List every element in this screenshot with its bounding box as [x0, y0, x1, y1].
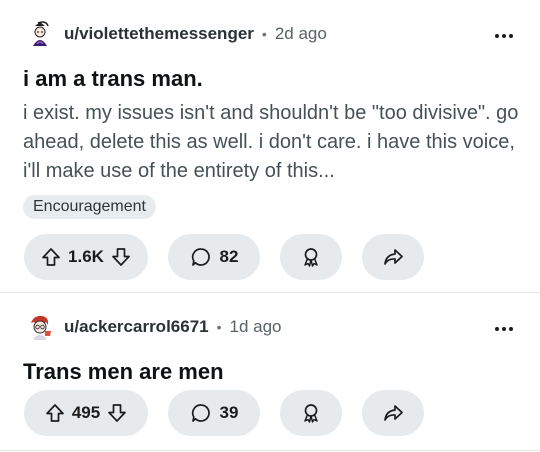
- post-card[interactable]: u/ackercarrol6671 • 1d ago Trans men are…: [0, 292, 540, 452]
- post-age: 1d ago: [229, 317, 282, 336]
- vote-control: 1.6K: [24, 234, 148, 280]
- post-meta: u/ackercarrol6671 • 1d ago: [26, 313, 282, 341]
- more-horizontal-icon: [495, 34, 499, 38]
- share-arrow-icon: [384, 405, 403, 421]
- username[interactable]: u/ackercarrol6671: [64, 317, 209, 337]
- username[interactable]: u/violettethemessenger: [64, 24, 254, 44]
- arrow-down-icon: [112, 248, 130, 266]
- post-actions: 1.6K 82: [24, 234, 424, 280]
- more-options-button[interactable]: [492, 317, 516, 341]
- post-flair[interactable]: Encouragement: [23, 195, 156, 219]
- post-title[interactable]: i am a trans man.: [23, 66, 203, 92]
- post-meta: u/violettethemessenger • 2d ago: [26, 20, 327, 48]
- post-actions: 495 39: [24, 390, 424, 436]
- downvote-button[interactable]: [106, 402, 128, 424]
- arrow-up-icon: [45, 404, 64, 422]
- vote-count: 1.6K: [68, 247, 104, 266]
- award-icon: [304, 248, 318, 267]
- arrow-down-icon: [108, 404, 127, 422]
- share-button[interactable]: [362, 234, 424, 280]
- post-card[interactable]: u/violettethemessenger • 2d ago i am a t…: [0, 0, 540, 292]
- vote-count: 495: [71, 403, 101, 422]
- share-button[interactable]: [362, 390, 424, 436]
- comment-count: 82: [219, 247, 239, 266]
- vote-control: 495: [24, 390, 148, 436]
- downvote-button[interactable]: [110, 246, 132, 268]
- avatar[interactable]: [26, 313, 54, 341]
- more-options-button[interactable]: [492, 24, 516, 48]
- arrow-up-icon: [42, 248, 60, 266]
- more-horizontal-icon: [495, 327, 499, 331]
- award-icon: [304, 404, 318, 423]
- post-title[interactable]: Trans men are men: [23, 359, 224, 385]
- avatar[interactable]: [26, 20, 54, 48]
- comment-bubble-icon: [191, 248, 210, 266]
- comment-count: 39: [219, 403, 239, 422]
- comments-button[interactable]: 39: [168, 390, 260, 436]
- comments-button[interactable]: 82: [168, 234, 260, 280]
- upvote-button[interactable]: [44, 402, 66, 424]
- share-arrow-icon: [384, 249, 403, 265]
- separator-dot: •: [261, 26, 267, 42]
- award-button[interactable]: [280, 390, 342, 436]
- post-divider: [0, 450, 540, 451]
- comment-bubble-icon: [191, 404, 210, 422]
- upvote-button[interactable]: [40, 246, 62, 268]
- post-body[interactable]: i exist. my issues isn't and shouldn't b…: [23, 99, 523, 186]
- post-age: 2d ago: [274, 24, 327, 43]
- separator-dot: •: [216, 319, 222, 335]
- award-button[interactable]: [280, 234, 342, 280]
